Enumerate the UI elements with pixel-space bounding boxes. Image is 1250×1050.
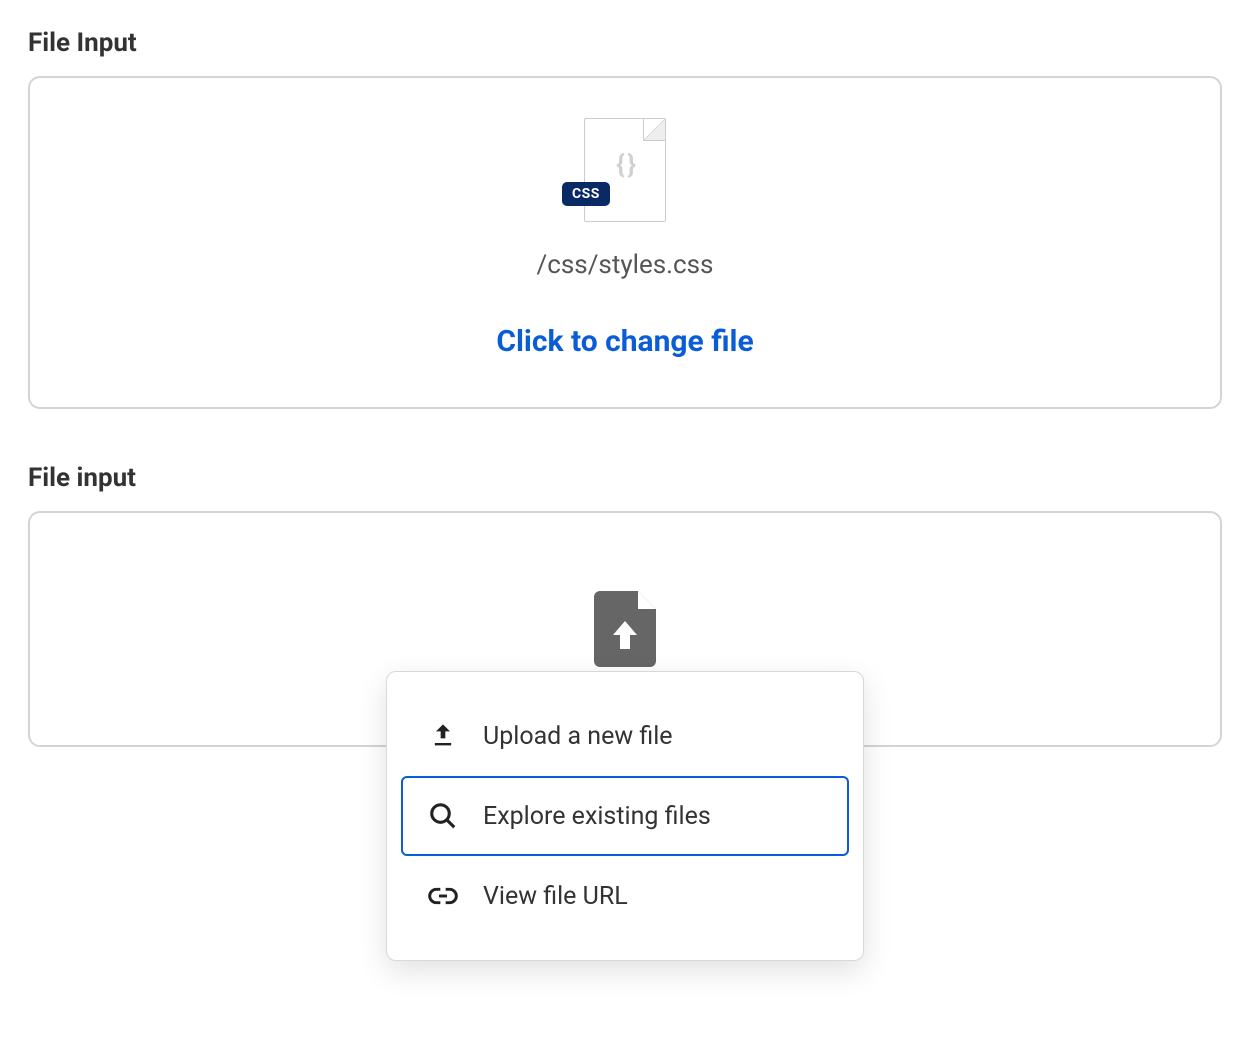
file-input-card-2[interactable]: Upload a new file Explore existing files…: [28, 511, 1222, 747]
upload-icon: [427, 720, 459, 752]
file-input-label-2: File input: [28, 463, 1222, 493]
file-actions-menu: Upload a new file Explore existing files…: [386, 671, 864, 961]
search-icon: [427, 800, 459, 832]
upload-new-file-item[interactable]: Upload a new file: [401, 696, 849, 776]
file-css-icon: { } CSS: [584, 118, 666, 222]
file-input-card-1[interactable]: { } CSS /css/styles.css Click to change …: [28, 76, 1222, 409]
link-icon: [427, 880, 459, 912]
file-path-text: /css/styles.css: [537, 250, 714, 280]
file-type-badge: CSS: [562, 182, 610, 206]
explore-existing-files-item[interactable]: Explore existing files: [401, 776, 849, 856]
explore-existing-files-label: Explore existing files: [483, 802, 711, 831]
upload-new-file-label: Upload a new file: [483, 722, 673, 751]
view-file-url-label: View file URL: [483, 882, 628, 911]
view-file-url-item[interactable]: View file URL: [401, 856, 849, 936]
file-input-label-1: File Input: [28, 28, 1222, 58]
file-upload-icon: [594, 591, 656, 667]
change-file-link[interactable]: Click to change file: [496, 324, 753, 359]
